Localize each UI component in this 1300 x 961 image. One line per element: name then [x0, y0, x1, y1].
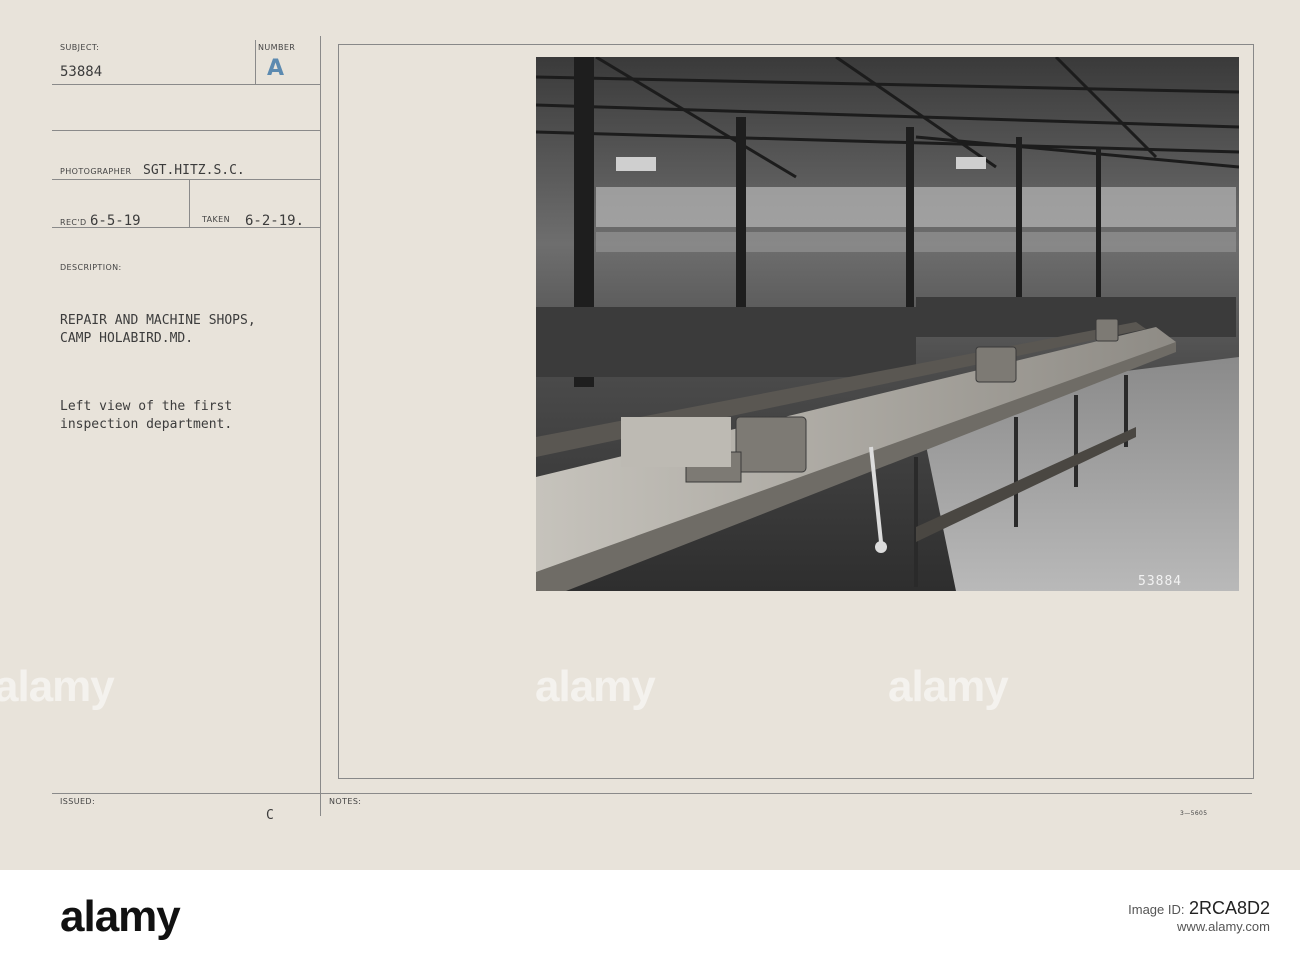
- number-value: A: [267, 56, 285, 81]
- photo-number-stamp: 53884: [1138, 574, 1183, 589]
- rule-date-divider: [189, 179, 190, 227]
- note-line-2: inspection department.: [60, 417, 233, 432]
- workshop-photograph-drawing: [536, 57, 1239, 591]
- taken-value: 6-2-19.: [245, 213, 305, 229]
- description-label: DESCRIPTION:: [60, 263, 122, 272]
- description-line-2: CAMP HOLABIRD.MD.: [60, 331, 194, 346]
- subject-value: 53884: [60, 64, 103, 80]
- watermark-center: alamy: [535, 662, 656, 711]
- number-label: NUMBER: [258, 43, 296, 52]
- rule-bottom: [52, 793, 1252, 794]
- site-url[interactable]: www.alamy.com: [1128, 919, 1270, 934]
- image-id-block: Image ID: 2RCA8D2 www.alamy.com: [1128, 898, 1270, 934]
- notes-label: NOTES:: [329, 797, 362, 806]
- rule-section: [52, 130, 320, 131]
- photographer-value: SGT.HITZ.S.C.: [143, 163, 245, 178]
- photographer-label: PHOTOGRAPHER: [60, 167, 132, 176]
- watermark-right: alamy: [888, 662, 1009, 711]
- image-id-label: Image ID:: [1128, 902, 1185, 917]
- recd-value: 6-5-19: [90, 213, 141, 229]
- form-code: 3—5605: [1180, 810, 1208, 817]
- stock-footer-bar: alamy Image ID: 2RCA8D2 www.alamy.com: [0, 870, 1300, 961]
- recd-label: REC'D: [60, 218, 87, 227]
- stock-logo: alamy: [60, 892, 181, 941]
- subject-label: SUBJECT:: [60, 43, 100, 52]
- image-id-value: 2RCA8D2: [1188, 898, 1270, 918]
- rule-photographer: [52, 179, 320, 180]
- taken-label: TAKEN: [202, 215, 231, 224]
- column-divider: [320, 36, 321, 816]
- description-line-1: REPAIR AND MACHINE SHOPS,: [60, 313, 256, 328]
- rule-subject: [52, 84, 320, 85]
- issued-label: ISSUED:: [60, 797, 96, 806]
- rule-number-divider: [255, 40, 256, 84]
- note-line-1: Left view of the first: [60, 399, 233, 414]
- issued-value: C: [266, 808, 274, 823]
- watermark-left: alamy: [0, 662, 115, 711]
- archive-card: SUBJECT: 53884 NUMBER A PHOTOGRAPHER SGT…: [0, 0, 1300, 870]
- workshop-photograph: 53884: [536, 57, 1239, 591]
